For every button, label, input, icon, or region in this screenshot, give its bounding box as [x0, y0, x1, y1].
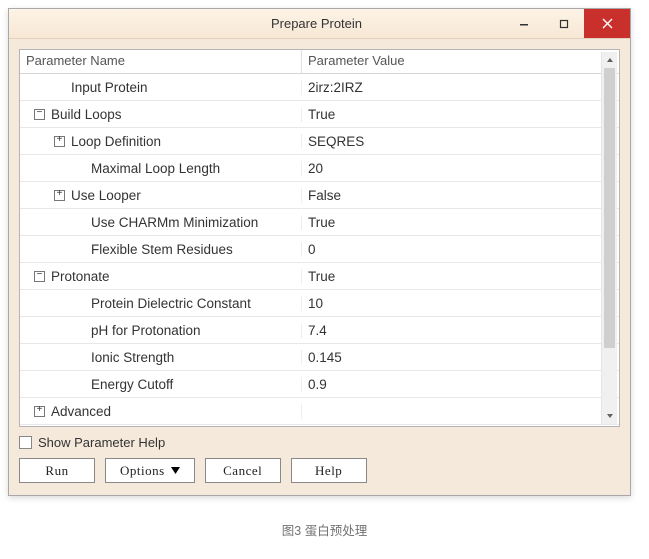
- expand-icon[interactable]: +: [54, 190, 65, 201]
- expand-icon[interactable]: +: [34, 406, 45, 417]
- expand-icon[interactable]: +: [54, 136, 65, 147]
- cancel-button-label: Cancel: [223, 463, 262, 479]
- parameter-name-cell[interactable]: + Advanced: [20, 404, 302, 419]
- options-button[interactable]: Options: [105, 458, 195, 483]
- parameter-name-label: Advanced: [51, 404, 111, 419]
- parameter-name-label: Maximal Loop Length: [91, 161, 220, 176]
- parameter-value-cell[interactable]: 0.145: [302, 350, 619, 365]
- minimize-button[interactable]: [504, 9, 544, 38]
- parameter-row[interactable]: −ProtonateTrue: [20, 263, 619, 290]
- parameter-name-cell[interactable]: Maximal Loop Length: [20, 161, 302, 176]
- dialog-window: Prepare Protein Parameter Name Parameter…: [8, 8, 631, 496]
- dropdown-triangle-icon: [171, 463, 180, 479]
- parameter-name-label: Energy Cutoff: [91, 377, 173, 392]
- parameter-value-cell[interactable]: True: [302, 107, 619, 122]
- minimize-icon: [519, 19, 529, 29]
- parameter-name-label: Loop Definition: [71, 134, 161, 149]
- parameter-row[interactable]: + Advanced: [20, 398, 619, 425]
- parameter-value-cell[interactable]: 10: [302, 296, 619, 311]
- scroll-up-button[interactable]: [602, 52, 617, 68]
- parameter-grid: Parameter Name Parameter Value Input Pro…: [19, 49, 620, 427]
- parameter-row[interactable]: Use CHARMm Minimization True: [20, 209, 619, 236]
- parameter-value-cell[interactable]: SEQRES: [302, 134, 619, 149]
- parameter-row[interactable]: Input Protein 2irz:2IRZ: [20, 74, 619, 101]
- parameter-name-cell[interactable]: Ionic Strength: [20, 350, 302, 365]
- help-button-label: Help: [315, 463, 342, 479]
- parameter-value-cell[interactable]: True: [302, 215, 619, 230]
- parameter-row[interactable]: Maximal Loop Length 20: [20, 155, 619, 182]
- parameter-name-label: Ionic Strength: [91, 350, 174, 365]
- maximize-button[interactable]: [544, 9, 584, 38]
- parameter-name-label: Use CHARMm Minimization: [91, 215, 258, 230]
- parameter-row[interactable]: + Use Looper False: [20, 182, 619, 209]
- parameter-row[interactable]: + Loop Definition SEQRES: [20, 128, 619, 155]
- chevron-down-icon: [606, 412, 614, 420]
- parameter-name-cell[interactable]: Energy Cutoff: [20, 377, 302, 392]
- header-name[interactable]: Parameter Name: [20, 50, 302, 73]
- parameter-row[interactable]: −Build LoopsTrue: [20, 101, 619, 128]
- figure-caption: 图3 蛋白预处理: [8, 520, 641, 539]
- parameter-value-cell[interactable]: 2irz:2IRZ: [302, 80, 619, 95]
- maximize-icon: [559, 19, 569, 29]
- scrollbar-thumb[interactable]: [604, 68, 615, 348]
- parameter-name-cell[interactable]: pH for Protonation: [20, 323, 302, 338]
- grid-header: Parameter Name Parameter Value: [20, 50, 619, 74]
- parameter-name-cell[interactable]: Use CHARMm Minimization: [20, 215, 302, 230]
- parameter-value-cell[interactable]: 0.9: [302, 377, 619, 392]
- parameter-value-cell[interactable]: False: [302, 188, 619, 203]
- options-button-label: Options: [120, 463, 165, 479]
- parameter-row[interactable]: Protein Dielectric Constant 10: [20, 290, 619, 317]
- parameter-name-label: Protonate: [51, 269, 110, 284]
- run-button[interactable]: Run: [19, 458, 95, 483]
- parameter-name-label: Use Looper: [71, 188, 141, 203]
- parameter-name-cell[interactable]: Input Protein: [20, 80, 302, 95]
- chevron-up-icon: [606, 56, 614, 64]
- vertical-scrollbar[interactable]: [601, 52, 617, 424]
- run-button-label: Run: [45, 463, 68, 479]
- parameter-name-cell[interactable]: + Loop Definition: [20, 134, 302, 149]
- parameter-name-label: pH for Protonation: [91, 323, 201, 338]
- window-title: Prepare Protein: [9, 9, 504, 38]
- parameter-row[interactable]: Flexible Stem Residues 0: [20, 236, 619, 263]
- parameter-name-cell[interactable]: −Protonate: [20, 269, 302, 284]
- header-value[interactable]: Parameter Value: [302, 50, 619, 73]
- parameter-value-cell[interactable]: True: [302, 269, 619, 284]
- collapse-icon[interactable]: −: [34, 109, 45, 120]
- parameter-name-label: Input Protein: [71, 80, 148, 95]
- parameter-name-cell[interactable]: −Build Loops: [20, 107, 302, 122]
- parameter-name-cell[interactable]: Protein Dielectric Constant: [20, 296, 302, 311]
- parameter-value-cell[interactable]: 7.4: [302, 323, 619, 338]
- titlebar[interactable]: Prepare Protein: [9, 9, 630, 39]
- parameter-name-label: Protein Dielectric Constant: [91, 296, 251, 311]
- scrollbar-track[interactable]: [602, 68, 617, 408]
- parameter-name-label: Build Loops: [51, 107, 122, 122]
- parameter-name-cell[interactable]: + Use Looper: [20, 188, 302, 203]
- parameter-value-cell[interactable]: 20: [302, 161, 619, 176]
- help-button[interactable]: Help: [291, 458, 367, 483]
- show-help-checkbox[interactable]: [19, 436, 32, 449]
- show-help-label: Show Parameter Help: [38, 435, 165, 450]
- scroll-down-button[interactable]: [602, 408, 617, 424]
- collapse-icon[interactable]: −: [34, 271, 45, 282]
- parameter-value-cell[interactable]: 0: [302, 242, 619, 257]
- parameter-row[interactable]: Energy Cutoff 0.9: [20, 371, 619, 398]
- parameter-name-cell[interactable]: Flexible Stem Residues: [20, 242, 302, 257]
- cancel-button[interactable]: Cancel: [205, 458, 281, 483]
- close-icon: [602, 18, 613, 29]
- parameter-row[interactable]: Ionic Strength 0.145: [20, 344, 619, 371]
- close-button[interactable]: [584, 9, 630, 38]
- parameter-name-label: Flexible Stem Residues: [91, 242, 233, 257]
- parameter-row[interactable]: pH for Protonation 7.4: [20, 317, 619, 344]
